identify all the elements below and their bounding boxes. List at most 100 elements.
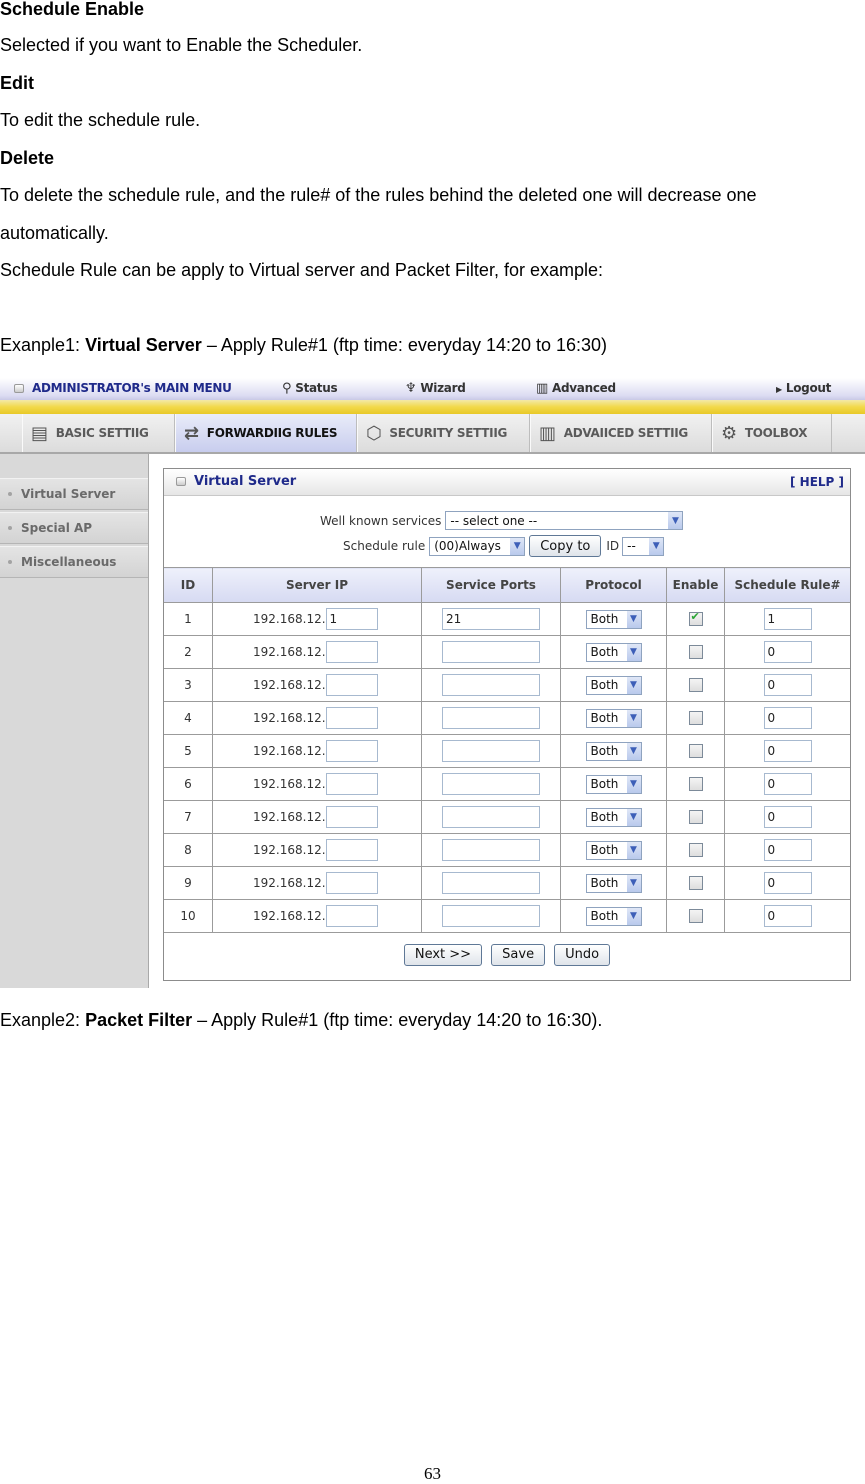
text-delete-line1: To delete the schedule rule, and the rul… [0,185,757,205]
well-known-services-select[interactable]: -- select one -- ▼ [445,511,684,530]
server-ip-input[interactable] [325,674,378,696]
enable-checkbox[interactable] [688,678,703,693]
sidebar-item-label: Virtual Server [21,487,116,501]
chevron-down-icon: ▼ [626,742,641,760]
tab-forwarding-rules[interactable]: ⇄ FORWARDIIG RULES [175,414,357,452]
schedule-rule-input[interactable]: 0 [763,641,812,663]
tab-label: BASIC SETTIIG [55,426,149,440]
enable-checkbox[interactable] [688,777,703,792]
enable-checkbox[interactable] [688,909,703,924]
save-button[interactable]: Save [491,943,546,966]
enable-checkbox[interactable] [688,645,703,660]
row-service-ports [421,635,561,669]
sidebar-item-special-ap[interactable]: Special AP [0,512,148,544]
menu-wizard[interactable]: ♆ Wizard [405,381,466,396]
service-ports-input[interactable] [442,740,540,762]
service-ports-input[interactable] [442,707,540,729]
next-button[interactable]: Next >> [403,943,483,966]
schedule-rule-input[interactable]: 0 [763,905,812,927]
row-server-ip: 192.168.12. 1 [212,602,422,636]
select-value: Both [590,909,619,923]
router-screenshot: ADMINISTRATOR's MAIN MENU ⚲ Status ♆ Wizar… [0,378,865,988]
schedule-rule-input[interactable]: 0 [763,740,812,762]
protocol-select[interactable]: Both ▼ [585,609,642,629]
table-row: 9 192.168.12. Both ▼ 0 [164,866,850,900]
service-ports-input[interactable]: 21 [442,608,540,630]
enable-checkbox[interactable] [688,711,703,726]
row-service-ports [421,866,561,900]
id-select[interactable]: -- ▼ [622,536,665,556]
example1-suffix: – Apply Rule#1 (ftp time: everyday 14:20… [201,335,608,355]
protocol-select[interactable]: Both ▼ [585,873,642,893]
service-ports-input[interactable] [442,773,540,795]
schedule-rule-select[interactable]: (00)Always ▼ [429,536,526,556]
service-ports-input[interactable] [442,641,540,663]
menu-advanced-label: Advanced [551,381,616,395]
col-protocol: Protocol [560,567,667,603]
protocol-select[interactable]: Both ▼ [585,741,642,761]
enable-checkbox[interactable] [688,744,703,759]
protocol-select[interactable]: Both ▼ [585,807,642,827]
schedule-rule-input[interactable]: 0 [763,872,812,894]
help-link[interactable]: [ HELP ] [790,475,844,489]
protocol-select[interactable]: Both ▼ [585,774,642,794]
schedule-rule-input[interactable]: 0 [763,806,812,828]
row-service-ports [421,701,561,735]
server-ip-input[interactable] [325,905,378,927]
service-ports-input[interactable] [442,839,540,861]
service-ports-input[interactable] [442,905,540,927]
enable-checkbox[interactable] [688,810,703,825]
schedule-rule-input[interactable]: 1 [763,608,812,630]
schedule-rule-input[interactable]: 0 [763,674,812,696]
wizard-icon: ♆ [405,381,417,396]
sidebar-item-miscellaneous[interactable]: Miscellaneous [0,546,148,578]
enable-checkbox[interactable] [688,610,703,627]
server-ip-input[interactable]: 1 [325,608,378,630]
example1-prefix: Exanple1: [0,335,86,355]
schedule-rule-input[interactable]: 0 [763,839,812,861]
service-ports-input[interactable] [442,806,540,828]
row-id: 9 [164,866,213,900]
row-protocol: Both ▼ [560,734,667,768]
tab-basic-setting[interactable]: ▤ BASIC SETTIIG [22,414,175,452]
server-ip-input[interactable] [325,806,378,828]
tab-label: ADVAIICED SETTIIG [563,426,689,440]
chevron-down-icon: ▼ [626,709,641,727]
sidebar-item-virtual-server[interactable]: Virtual Server [0,478,148,510]
protocol-select[interactable]: Both ▼ [585,642,642,662]
menu-status[interactable]: ⚲ Status [282,381,338,396]
tab-toolbox[interactable]: ⚙ TOOLBOX [712,414,832,452]
select-value: -- [627,539,636,553]
main-menu-title: ADMINISTRATOR's MAIN MENU [14,381,232,395]
heading-delete: Delete [0,148,55,168]
schedule-rule-input[interactable]: 0 [763,773,812,795]
server-ip-input[interactable] [325,740,378,762]
menu-logout[interactable]: ▶ Logout [776,381,831,395]
protocol-select[interactable]: Both ▼ [585,675,642,695]
enable-checkbox[interactable] [688,843,703,858]
panel-header: Virtual Server [ HELP ] [164,469,850,496]
tab-advanced-setting[interactable]: ▥ ADVAIICED SETTIIG [530,414,712,452]
advanced-icon: ▥ [539,422,556,444]
tab-label: FORWARDIIG RULES [206,426,338,440]
protocol-select[interactable]: Both ▼ [585,708,642,728]
menu-advanced[interactable]: ▥ Advanced [536,381,616,396]
server-ip-input[interactable] [325,641,378,663]
tab-security-setting[interactable]: ⬡ SECURITY SETTIIG [357,414,530,452]
row-protocol: Both ▼ [560,767,667,801]
table-row: 10 192.168.12. Both ▼ 0 [164,899,850,933]
service-ports-input[interactable] [442,674,540,696]
copy-to-button[interactable]: Copy to [529,535,602,557]
undo-button[interactable]: Undo [554,943,611,966]
server-ip-input[interactable] [325,773,378,795]
protocol-select[interactable]: Both ▼ [585,906,642,926]
server-ip-input[interactable] [325,872,378,894]
service-ports-input[interactable] [442,872,540,894]
schedule-rule-input[interactable]: 0 [763,707,812,729]
server-ip-input[interactable] [325,839,378,861]
server-ip-input[interactable] [325,707,378,729]
text-apply: Schedule Rule can be apply to Virtual se… [0,260,603,280]
enable-checkbox[interactable] [688,876,703,891]
protocol-select[interactable]: Both ▼ [585,840,642,860]
row-enable [666,602,725,636]
